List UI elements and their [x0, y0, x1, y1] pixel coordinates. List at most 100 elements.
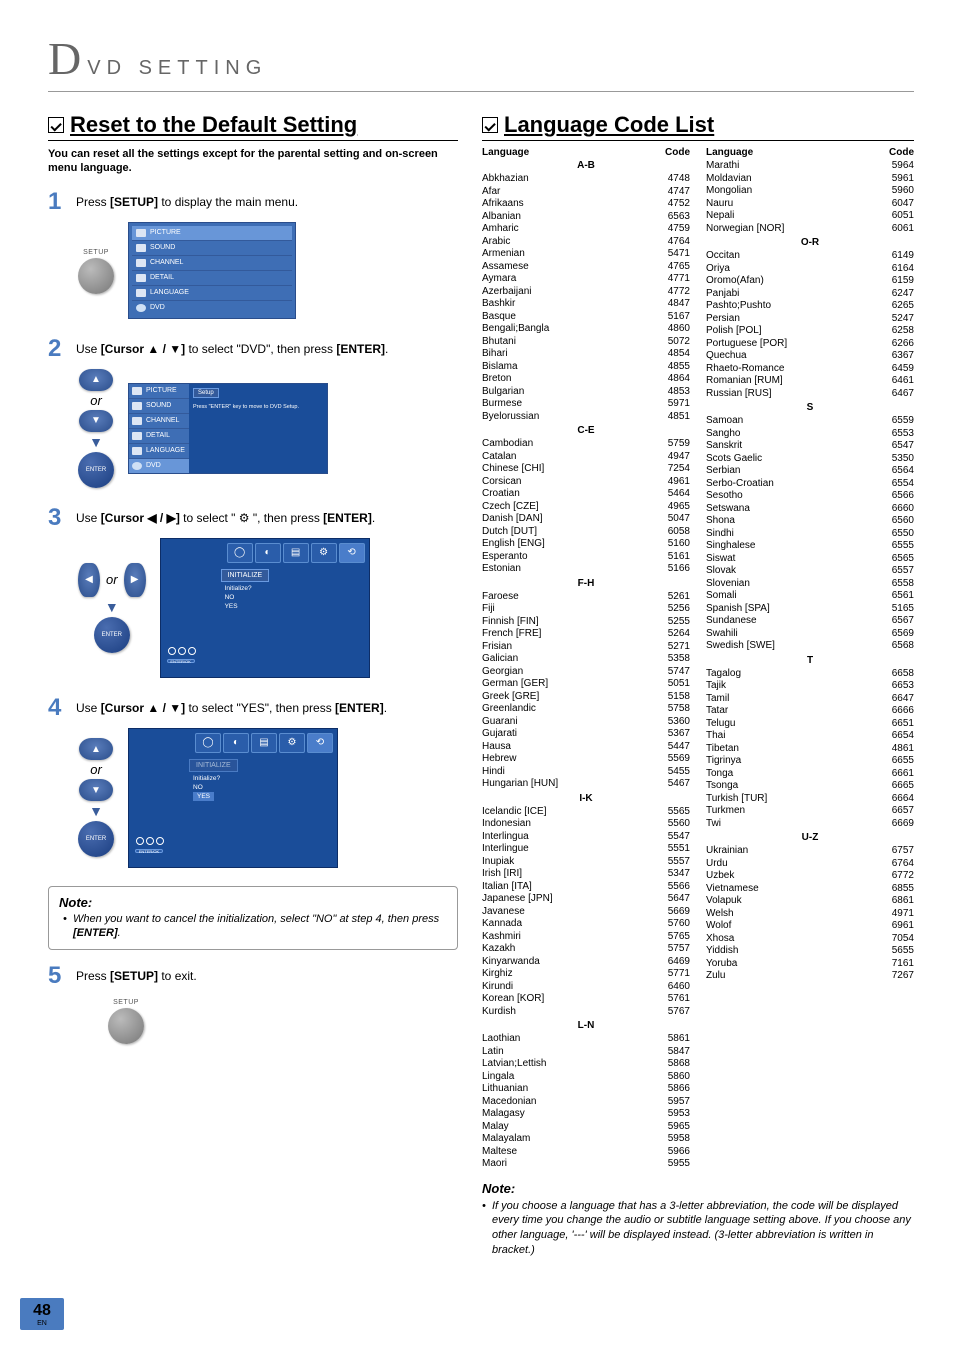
lang-row: Kurdish5767 — [482, 1006, 690, 1019]
lang-row: Aymara4771 — [482, 273, 690, 286]
or-label: or — [90, 393, 102, 408]
menu-item-label: DVD — [150, 304, 165, 311]
menu-item-label: PICTURE — [150, 229, 181, 236]
lang-name: Zulu — [706, 970, 725, 983]
lang-row: Afrikaans4752 — [482, 198, 690, 211]
lang-code: 5264 — [668, 628, 690, 641]
lang-name: Esperanto — [482, 551, 528, 564]
lang-name: Sangho — [706, 428, 740, 441]
lang-code: 5767 — [668, 1006, 690, 1019]
lang-row: Pashto;Pushto6265 — [706, 300, 914, 313]
flow-arrow-icon: ▼ — [105, 599, 119, 615]
lang-code: 5161 — [668, 551, 690, 564]
lang-name: Maltese — [482, 1146, 517, 1159]
language-list-title: Language Code List — [482, 112, 914, 141]
cursor-down-icon: ▼ — [79, 410, 113, 432]
lang-code: 5160 — [668, 538, 690, 551]
lang-name: Malayalam — [482, 1133, 530, 1146]
lang-code: 6459 — [892, 363, 914, 376]
flow-arrow-icon: ▼ — [89, 803, 103, 819]
reset-intro: You can reset all the settings except fo… — [48, 147, 458, 176]
lang-code: 4961 — [668, 476, 690, 489]
lang-row: Russian [RUS]6467 — [706, 388, 914, 401]
lang-name: Nauru — [706, 198, 733, 211]
lang-row: Latvian;Lettish5868 — [482, 1058, 690, 1071]
cursor-down-icon: ▼ — [79, 779, 113, 801]
menu-item-icon — [136, 274, 146, 282]
lang-code: 5547 — [668, 831, 690, 844]
lang-code: 6149 — [892, 250, 914, 263]
lang-row: Galician5358 — [482, 653, 690, 666]
lang-code: 6661 — [892, 768, 914, 781]
lang-row: Lithuanian5866 — [482, 1083, 690, 1096]
lang-name: Sundanese — [706, 615, 757, 628]
lang-name: Afrikaans — [482, 198, 524, 211]
language-note-box: Note: If you choose a language that has … — [482, 1181, 914, 1258]
menu-item-picture: PICTURE — [129, 384, 189, 399]
checkbox-icon — [482, 117, 498, 133]
lang-code: 5347 — [668, 868, 690, 881]
lang-code: 4947 — [668, 451, 690, 464]
lang-name: Oriya — [706, 263, 730, 276]
lang-code: 5757 — [668, 943, 690, 956]
lang-code: 6764 — [892, 858, 914, 871]
lang-row: Bulgarian4853 — [482, 386, 690, 399]
lang-row: Sanskrit6547 — [706, 440, 914, 453]
lang-name: Pashto;Pushto — [706, 300, 771, 313]
lang-row: Javanese5669 — [482, 906, 690, 919]
lang-code: 4851 — [668, 411, 690, 424]
lang-code: 5072 — [668, 336, 690, 349]
menu-item-label: LANGUAGE — [150, 289, 189, 296]
lang-header-code: Code — [889, 147, 914, 158]
option-yes: YES — [225, 602, 363, 611]
cursor-right-icon: ▶ — [124, 563, 146, 597]
reset-title-text: Reset to the Default Setting — [70, 112, 357, 138]
lang-code: 5771 — [668, 968, 690, 981]
lang-name: Greek [GRE] — [482, 691, 539, 704]
lang-code: 5247 — [892, 313, 914, 326]
lang-name: Chinese [CHI] — [482, 463, 544, 476]
lang-code: 5455 — [668, 766, 690, 779]
lang-code: 6660 — [892, 503, 914, 516]
note-title: Note: — [59, 895, 447, 910]
lang-row: English [ENG]5160 — [482, 538, 690, 551]
lang-row: Korean [KOR]5761 — [482, 993, 690, 1006]
menu-item-icon — [132, 447, 142, 455]
lang-name: Faroese — [482, 591, 519, 604]
lang-code: 6669 — [892, 818, 914, 831]
lang-row: Bislama4855 — [482, 361, 690, 374]
lang-name: Dutch [DUT] — [482, 526, 537, 539]
lang-row: Kirundi6460 — [482, 981, 690, 994]
lang-row: Kashmiri5765 — [482, 931, 690, 944]
lang-name: Inupiak — [482, 856, 514, 869]
setup-tab-icon: ◯ — [195, 733, 221, 753]
lang-row: Xhosa7054 — [706, 933, 914, 946]
lang-code: 6568 — [892, 640, 914, 653]
lang-row: Laothian5861 — [482, 1033, 690, 1046]
lang-name: Polish [POL] — [706, 325, 762, 338]
lang-row: Basque5167 — [482, 311, 690, 324]
lang-code: 6558 — [892, 578, 914, 591]
lang-row: Finnish [FIN]5255 — [482, 616, 690, 629]
lang-row: Georgian5747 — [482, 666, 690, 679]
lang-row: Romanian [RUM]6461 — [706, 375, 914, 388]
lang-code: 5551 — [668, 843, 690, 856]
lang-name: Volapuk — [706, 895, 742, 908]
step-3-illustration: ◀ or ▶ ▼ ENTER ◯ ◐ ▤ ⚙ ⟲ INITIALIZE Init… — [78, 538, 458, 678]
lang-code: 5255 — [668, 616, 690, 629]
lang-group-header: T — [706, 655, 914, 666]
lang-row: Assamese4765 — [482, 261, 690, 274]
dvd-setup-screen-step3: ◯ ◐ ▤ ⚙ ⟲ INITIALIZE Initialize? NO YES … — [160, 538, 370, 678]
lang-name: Slovenian — [706, 578, 750, 591]
setup-button-label: SETUP — [83, 249, 109, 256]
lang-row: Yoruba7161 — [706, 958, 914, 971]
lang-code: 4971 — [892, 908, 914, 921]
lang-row: Telugu6651 — [706, 718, 914, 731]
option-no: NO — [193, 783, 331, 792]
lang-row: Danish [DAN]5047 — [482, 513, 690, 526]
lang-row: Catalan4947 — [482, 451, 690, 464]
lang-row: Amharic4759 — [482, 223, 690, 236]
lang-code: 6757 — [892, 845, 914, 858]
lang-row: Tibetan4861 — [706, 743, 914, 756]
lang-row: Czech [CZE]4965 — [482, 501, 690, 514]
